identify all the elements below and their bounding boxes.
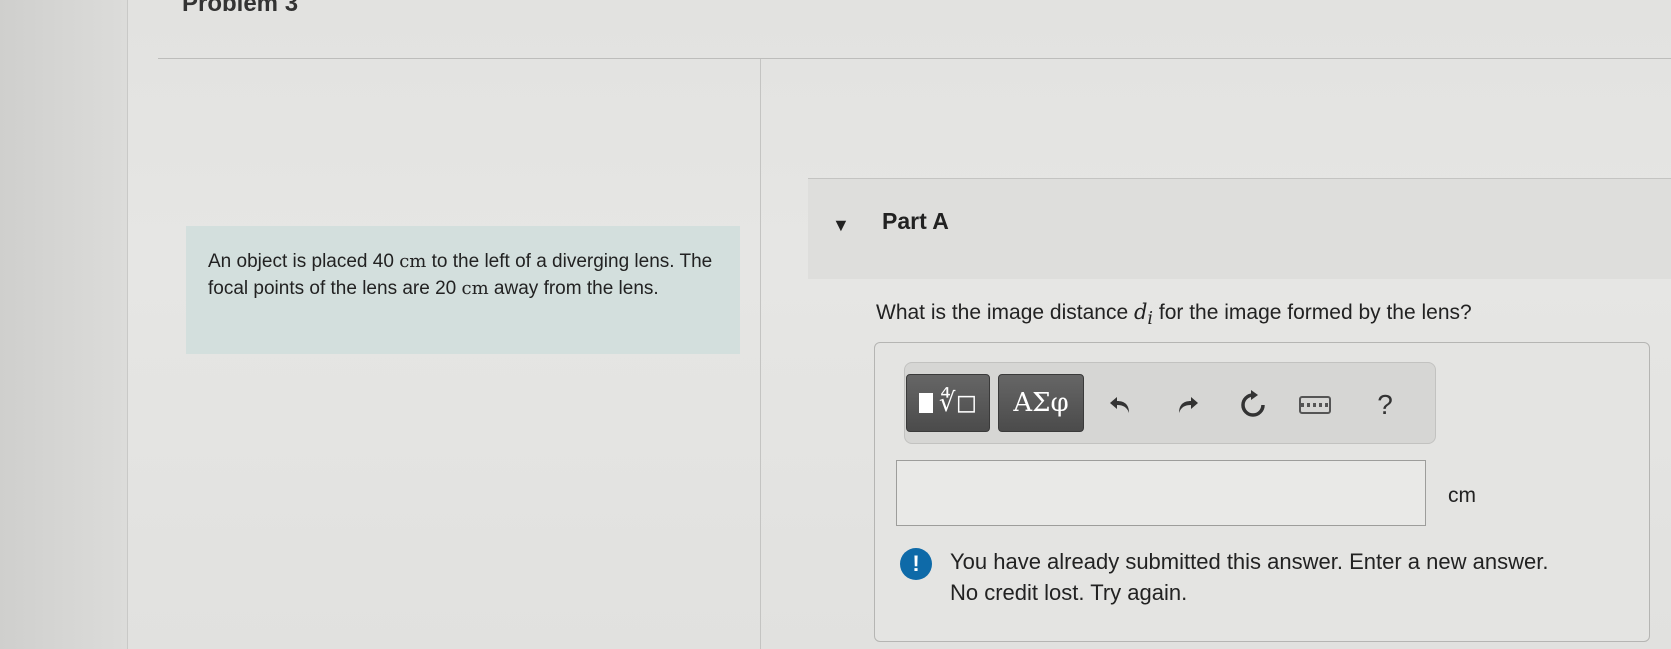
alert-icon: ! — [900, 548, 932, 580]
screen-edge — [0, 0, 128, 649]
part-label: Part A — [882, 208, 949, 234]
reset-icon[interactable] — [1236, 388, 1270, 422]
greek-symbols-button[interactable]: ΑΣφ — [998, 374, 1084, 432]
question-after: for the image formed by the lens? — [1153, 301, 1472, 324]
column-divider — [760, 59, 761, 649]
radical-template-icon: ∜◻ — [938, 388, 978, 418]
title-divider — [158, 58, 1671, 59]
answer-input[interactable] — [896, 460, 1426, 526]
statement-unit-2: cm — [461, 278, 489, 299]
feedback-message: You have already submitted this answer. … — [950, 546, 1630, 608]
question-text: What is the image distance di for the im… — [876, 300, 1472, 329]
collapse-caret-icon[interactable]: ▼ — [832, 215, 850, 236]
feedback-line-2: No credit lost. Try again. — [950, 580, 1188, 605]
undo-icon[interactable] — [1104, 388, 1138, 422]
redo-icon[interactable] — [1170, 388, 1204, 422]
statement-text-1: An object is placed 40 — [208, 251, 400, 272]
feedback-line-1: You have already submitted this answer. … — [950, 549, 1549, 574]
keyboard-icon[interactable] — [1298, 388, 1332, 422]
problem-title: Problem 3 — [182, 0, 299, 17]
answer-unit-label: cm — [1448, 484, 1476, 507]
statement-text-3: away from the lens. — [488, 278, 659, 299]
question-variable: d — [1133, 300, 1148, 324]
templates-button[interactable]: ∜◻ — [906, 374, 990, 432]
help-button[interactable]: ? — [1368, 388, 1402, 422]
question-before: What is the image distance — [876, 301, 1134, 324]
problem-statement: An object is placed 40 cm to the left of… — [186, 226, 740, 354]
template-square-icon — [918, 393, 933, 413]
statement-unit-1: cm — [399, 251, 427, 272]
